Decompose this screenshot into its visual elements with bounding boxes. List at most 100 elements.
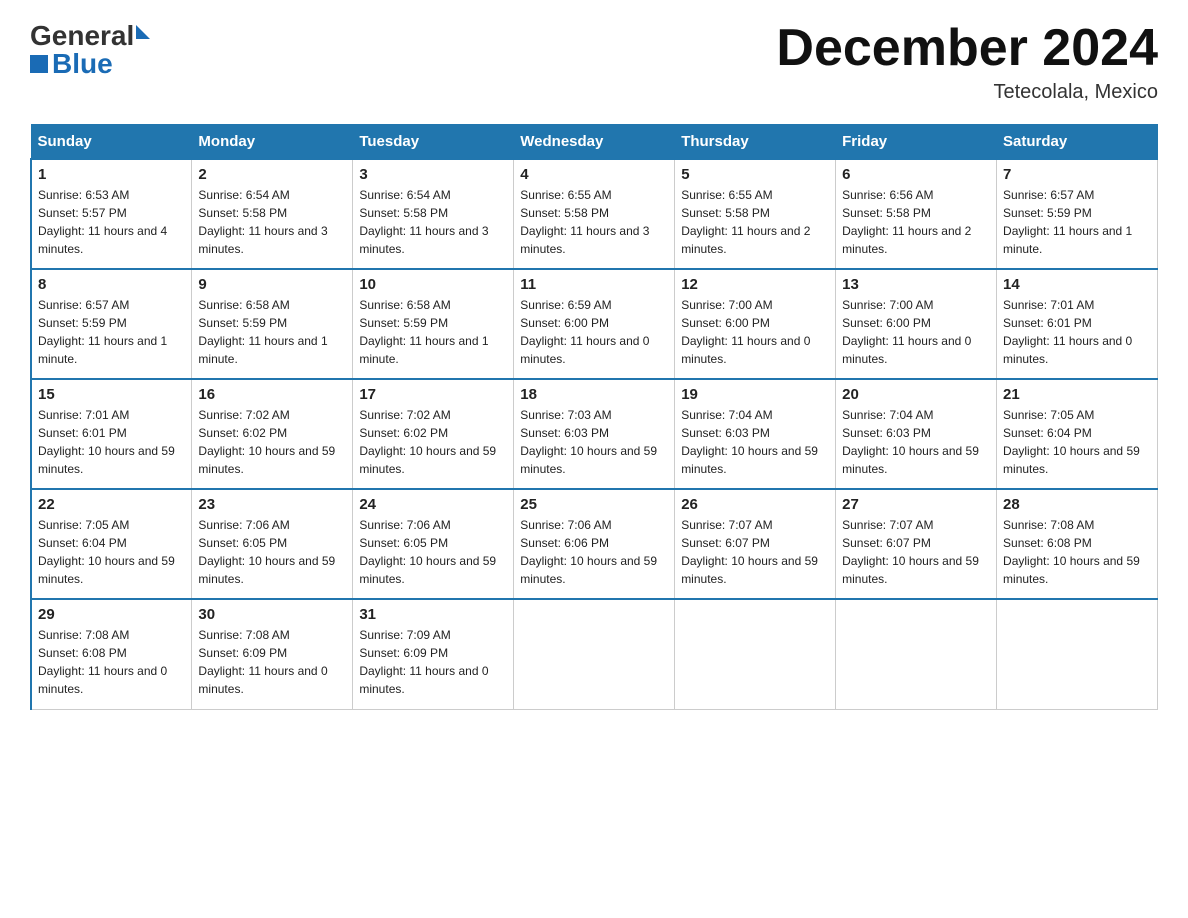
day-number: 15	[38, 386, 185, 403]
calendar-cell: 31 Sunrise: 7:09 AMSunset: 6:09 PMDaylig…	[353, 599, 514, 709]
calendar-cell	[836, 599, 997, 709]
weekday-header-monday: Monday	[192, 125, 353, 160]
calendar-cell: 8 Sunrise: 6:57 AMSunset: 5:59 PMDayligh…	[31, 269, 192, 379]
day-number: 24	[359, 496, 507, 513]
calendar-cell: 23 Sunrise: 7:06 AMSunset: 6:05 PMDaylig…	[192, 489, 353, 599]
calendar-cell	[514, 599, 675, 709]
calendar-cell: 29 Sunrise: 7:08 AMSunset: 6:08 PMDaylig…	[31, 599, 192, 709]
day-info: Sunrise: 6:54 AMSunset: 5:58 PMDaylight:…	[198, 186, 346, 258]
day-number: 18	[520, 386, 668, 403]
day-number: 30	[198, 606, 346, 623]
day-number: 13	[842, 276, 990, 293]
weekday-header-friday: Friday	[836, 125, 997, 160]
day-number: 16	[198, 386, 346, 403]
calendar-cell: 16 Sunrise: 7:02 AMSunset: 6:02 PMDaylig…	[192, 379, 353, 489]
weekday-header-wednesday: Wednesday	[514, 125, 675, 160]
title-area: December 2024 Tetecolala, Mexico	[776, 20, 1158, 104]
day-info: Sunrise: 7:06 AMSunset: 6:06 PMDaylight:…	[520, 516, 668, 588]
calendar-cell: 24 Sunrise: 7:06 AMSunset: 6:05 PMDaylig…	[353, 489, 514, 599]
day-info: Sunrise: 7:03 AMSunset: 6:03 PMDaylight:…	[520, 406, 668, 478]
day-number: 22	[38, 496, 185, 513]
day-number: 3	[359, 166, 507, 183]
day-number: 2	[198, 166, 346, 183]
day-info: Sunrise: 7:09 AMSunset: 6:09 PMDaylight:…	[359, 626, 507, 698]
day-info: Sunrise: 7:08 AMSunset: 6:08 PMDaylight:…	[38, 626, 185, 698]
day-info: Sunrise: 6:55 AMSunset: 5:58 PMDaylight:…	[681, 186, 829, 258]
day-info: Sunrise: 7:00 AMSunset: 6:00 PMDaylight:…	[842, 296, 990, 368]
day-info: Sunrise: 6:57 AMSunset: 5:59 PMDaylight:…	[38, 296, 185, 368]
day-number: 9	[198, 276, 346, 293]
day-info: Sunrise: 7:05 AMSunset: 6:04 PMDaylight:…	[1003, 406, 1151, 478]
day-number: 27	[842, 496, 990, 513]
day-number: 26	[681, 496, 829, 513]
logo: General Blue	[30, 20, 150, 80]
day-info: Sunrise: 6:54 AMSunset: 5:58 PMDaylight:…	[359, 186, 507, 258]
calendar-cell: 17 Sunrise: 7:02 AMSunset: 6:02 PMDaylig…	[353, 379, 514, 489]
page-header: General Blue December 2024 Tetecolala, M…	[30, 20, 1158, 104]
weekday-header-row: SundayMondayTuesdayWednesdayThursdayFrid…	[31, 125, 1158, 160]
day-info: Sunrise: 6:59 AMSunset: 6:00 PMDaylight:…	[520, 296, 668, 368]
calendar-cell: 9 Sunrise: 6:58 AMSunset: 5:59 PMDayligh…	[192, 269, 353, 379]
calendar-cell: 11 Sunrise: 6:59 AMSunset: 6:00 PMDaylig…	[514, 269, 675, 379]
week-row-4: 22 Sunrise: 7:05 AMSunset: 6:04 PMDaylig…	[31, 489, 1158, 599]
calendar-cell: 27 Sunrise: 7:07 AMSunset: 6:07 PMDaylig…	[836, 489, 997, 599]
calendar-cell: 10 Sunrise: 6:58 AMSunset: 5:59 PMDaylig…	[353, 269, 514, 379]
logo-blue-text: Blue	[52, 48, 113, 80]
calendar-cell: 26 Sunrise: 7:07 AMSunset: 6:07 PMDaylig…	[675, 489, 836, 599]
calendar-cell: 7 Sunrise: 6:57 AMSunset: 5:59 PMDayligh…	[997, 159, 1158, 269]
day-info: Sunrise: 7:06 AMSunset: 6:05 PMDaylight:…	[198, 516, 346, 588]
calendar-cell: 2 Sunrise: 6:54 AMSunset: 5:58 PMDayligh…	[192, 159, 353, 269]
calendar-cell: 3 Sunrise: 6:54 AMSunset: 5:58 PMDayligh…	[353, 159, 514, 269]
day-info: Sunrise: 7:06 AMSunset: 6:05 PMDaylight:…	[359, 516, 507, 588]
day-number: 29	[38, 606, 185, 623]
day-info: Sunrise: 7:07 AMSunset: 6:07 PMDaylight:…	[842, 516, 990, 588]
day-number: 31	[359, 606, 507, 623]
calendar-cell: 21 Sunrise: 7:05 AMSunset: 6:04 PMDaylig…	[997, 379, 1158, 489]
day-info: Sunrise: 7:02 AMSunset: 6:02 PMDaylight:…	[198, 406, 346, 478]
day-info: Sunrise: 7:08 AMSunset: 6:08 PMDaylight:…	[1003, 516, 1151, 588]
day-number: 4	[520, 166, 668, 183]
calendar-cell: 20 Sunrise: 7:04 AMSunset: 6:03 PMDaylig…	[836, 379, 997, 489]
calendar-cell: 30 Sunrise: 7:08 AMSunset: 6:09 PMDaylig…	[192, 599, 353, 709]
calendar-cell: 19 Sunrise: 7:04 AMSunset: 6:03 PMDaylig…	[675, 379, 836, 489]
day-info: Sunrise: 6:57 AMSunset: 5:59 PMDaylight:…	[1003, 186, 1151, 258]
calendar-cell: 22 Sunrise: 7:05 AMSunset: 6:04 PMDaylig…	[31, 489, 192, 599]
calendar-cell: 18 Sunrise: 7:03 AMSunset: 6:03 PMDaylig…	[514, 379, 675, 489]
day-info: Sunrise: 7:04 AMSunset: 6:03 PMDaylight:…	[842, 406, 990, 478]
day-number: 20	[842, 386, 990, 403]
day-number: 11	[520, 276, 668, 293]
weekday-header-saturday: Saturday	[997, 125, 1158, 160]
calendar-cell: 28 Sunrise: 7:08 AMSunset: 6:08 PMDaylig…	[997, 489, 1158, 599]
day-number: 28	[1003, 496, 1151, 513]
day-number: 19	[681, 386, 829, 403]
day-info: Sunrise: 7:00 AMSunset: 6:00 PMDaylight:…	[681, 296, 829, 368]
day-number: 17	[359, 386, 507, 403]
calendar-cell: 15 Sunrise: 7:01 AMSunset: 6:01 PMDaylig…	[31, 379, 192, 489]
day-info: Sunrise: 7:05 AMSunset: 6:04 PMDaylight:…	[38, 516, 185, 588]
week-row-5: 29 Sunrise: 7:08 AMSunset: 6:08 PMDaylig…	[31, 599, 1158, 709]
day-number: 7	[1003, 166, 1151, 183]
day-number: 10	[359, 276, 507, 293]
day-number: 5	[681, 166, 829, 183]
day-info: Sunrise: 7:07 AMSunset: 6:07 PMDaylight:…	[681, 516, 829, 588]
calendar-cell: 13 Sunrise: 7:00 AMSunset: 6:00 PMDaylig…	[836, 269, 997, 379]
calendar-cell: 1 Sunrise: 6:53 AMSunset: 5:57 PMDayligh…	[31, 159, 192, 269]
day-number: 6	[842, 166, 990, 183]
day-info: Sunrise: 6:55 AMSunset: 5:58 PMDaylight:…	[520, 186, 668, 258]
day-number: 23	[198, 496, 346, 513]
calendar-cell: 4 Sunrise: 6:55 AMSunset: 5:58 PMDayligh…	[514, 159, 675, 269]
day-number: 25	[520, 496, 668, 513]
calendar-table: SundayMondayTuesdayWednesdayThursdayFrid…	[30, 124, 1158, 710]
month-title: December 2024	[776, 20, 1158, 77]
day-number: 1	[38, 166, 185, 183]
day-info: Sunrise: 6:58 AMSunset: 5:59 PMDaylight:…	[198, 296, 346, 368]
weekday-header-sunday: Sunday	[31, 125, 192, 160]
day-number: 14	[1003, 276, 1151, 293]
day-info: Sunrise: 7:02 AMSunset: 6:02 PMDaylight:…	[359, 406, 507, 478]
day-number: 12	[681, 276, 829, 293]
day-info: Sunrise: 7:08 AMSunset: 6:09 PMDaylight:…	[198, 626, 346, 698]
day-info: Sunrise: 7:01 AMSunset: 6:01 PMDaylight:…	[38, 406, 185, 478]
day-info: Sunrise: 6:58 AMSunset: 5:59 PMDaylight:…	[359, 296, 507, 368]
calendar-cell: 6 Sunrise: 6:56 AMSunset: 5:58 PMDayligh…	[836, 159, 997, 269]
weekday-header-tuesday: Tuesday	[353, 125, 514, 160]
